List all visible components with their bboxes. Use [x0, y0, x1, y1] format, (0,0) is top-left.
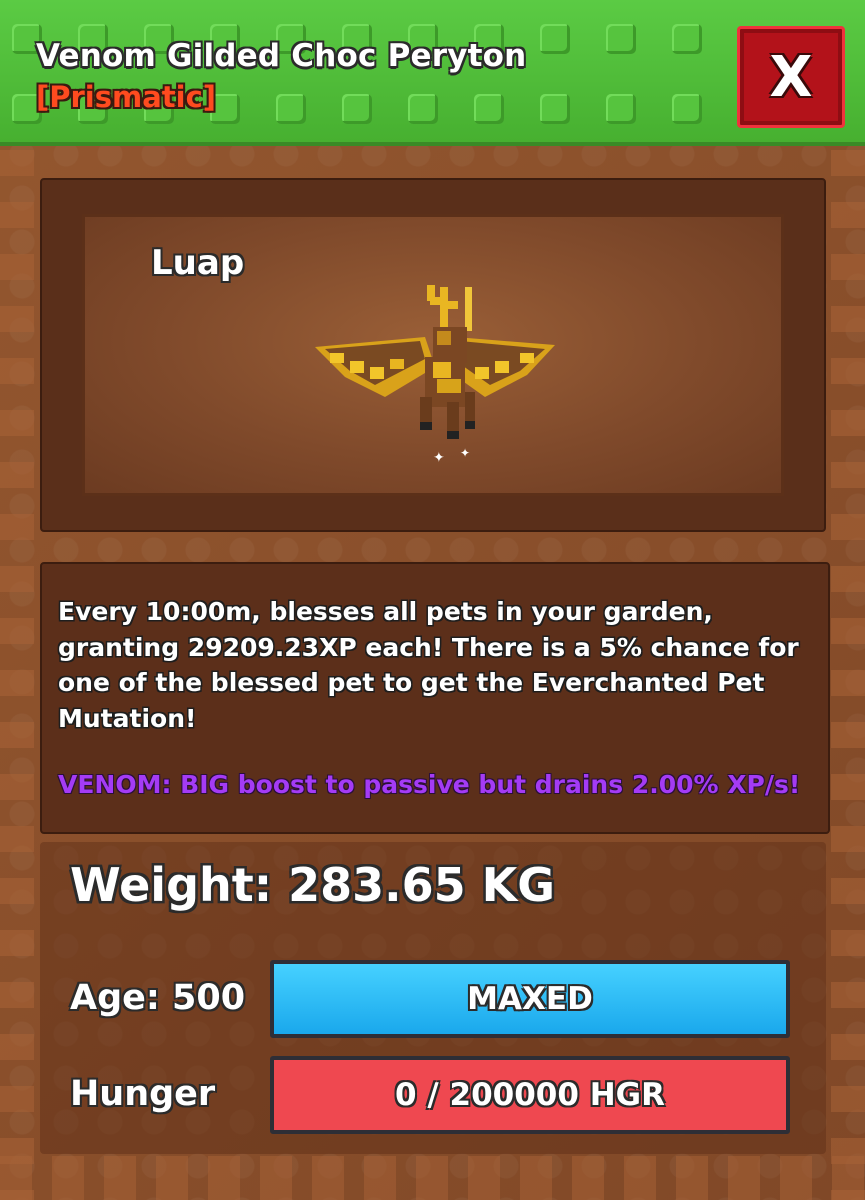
header-stud [474, 94, 504, 124]
age-label: Age: 500 [70, 978, 246, 1018]
sparkle-icon: ✦ [433, 450, 445, 466]
close-icon: X [769, 44, 813, 110]
age-progress-bar: MAXED [270, 960, 790, 1038]
left-wing [315, 337, 435, 397]
header-stud [672, 94, 702, 124]
pet-preview-frame: Luap ✦ ✦ [40, 178, 826, 532]
ability-description-box: Every 10:00m, blesses all pets in your g… [40, 562, 830, 834]
header-stud [540, 94, 570, 124]
left-brick-border [0, 150, 34, 1200]
close-button[interactable]: X [737, 26, 845, 128]
pet-preview-viewport: Luap ✦ ✦ [82, 214, 784, 496]
antlers [427, 285, 472, 331]
hunger-progress-bar: 0 / 200000 HGR [270, 1056, 790, 1134]
right-brick-border [831, 150, 865, 1200]
header-bar: Venom Gilded Choc Peryton [Prismatic] X [0, 0, 865, 146]
rarity-label: [Prismatic] [36, 80, 217, 114]
header-stud [606, 24, 636, 54]
mutation-description: VENOM: BIG boost to passive but drains 2… [58, 770, 801, 799]
header-stud [408, 94, 438, 124]
pet-nickname: Luap [151, 243, 245, 283]
header-stud [606, 94, 636, 124]
pet-info-panel: Venom Gilded Choc Peryton [Prismatic] X … [0, 0, 865, 1200]
peryton-pet-icon: ✦ ✦ [315, 285, 555, 466]
pet-title: Venom Gilded Choc Peryton [36, 38, 527, 74]
hunger-label: Hunger [70, 1074, 216, 1114]
hunger-bar-text: 0 / 200000 HGR [395, 1077, 665, 1113]
ability-description: Every 10:00m, blesses all pets in your g… [58, 597, 799, 733]
header-stud [672, 24, 702, 54]
sparkle-icon: ✦ [460, 446, 470, 460]
header-stud [540, 24, 570, 54]
bottom-brick-border [0, 1156, 865, 1200]
header-stud [342, 94, 372, 124]
weight-label: Weight: 283.65 KG [70, 858, 556, 912]
header-stud [276, 94, 306, 124]
age-bar-text: MAXED [467, 981, 593, 1017]
